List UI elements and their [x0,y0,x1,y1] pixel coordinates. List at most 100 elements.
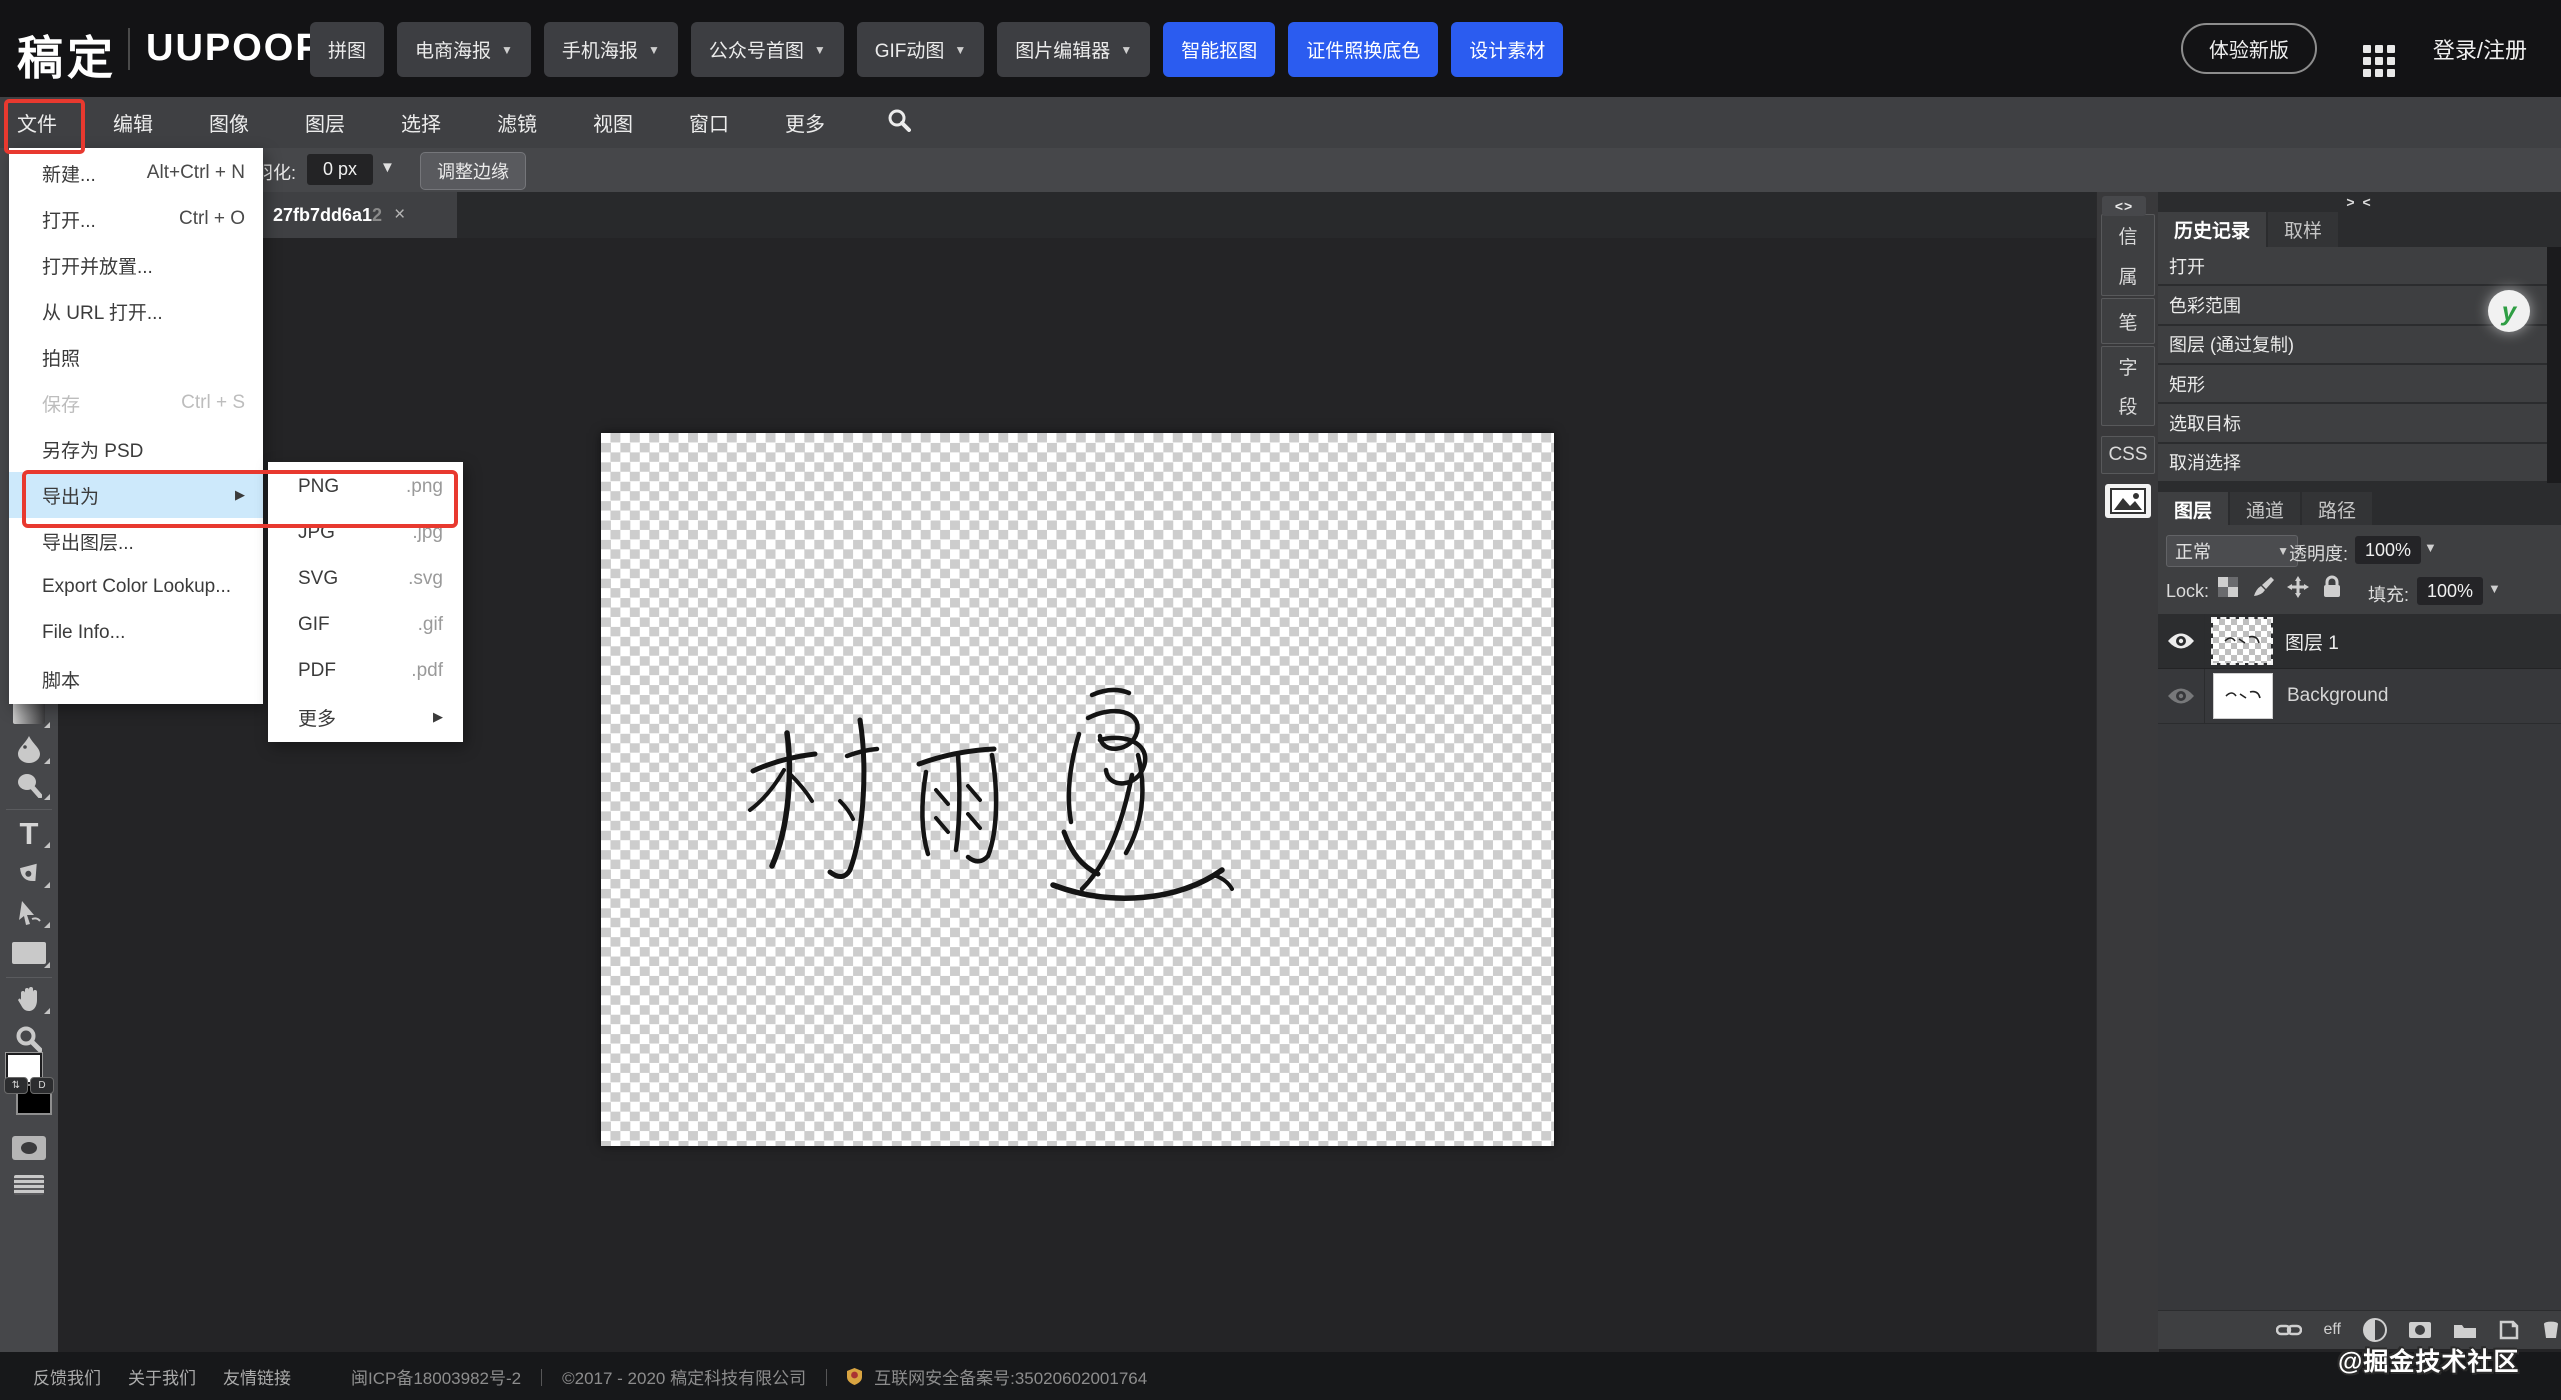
menu-file[interactable]: 文件 [2,108,72,137]
menu-window[interactable]: 窗口 [674,108,744,137]
history-item[interactable]: 矩形 [2158,365,2547,404]
export-gif-item[interactable]: GIF.gif [268,602,463,648]
adjustment-layer-icon[interactable] [2363,1318,2387,1342]
tab-history[interactable]: 历史记录 [2158,212,2266,247]
layer-name[interactable]: Background [2287,685,2388,707]
default-colors-button[interactable]: D [30,1077,54,1094]
footer-feedback-link[interactable]: 反馈我们 [33,1364,101,1389]
blur-tool[interactable] [0,734,58,764]
nav-wechat-cover-button[interactable]: 公众号首图▼ [691,22,844,77]
file-menu-item-export-color-lookup[interactable]: Export Color Lookup... [9,564,263,610]
lock-transparency-icon[interactable] [2216,575,2240,599]
tab-paths[interactable]: 路径 [2302,492,2372,527]
export-more-item[interactable]: 更多▶ [268,694,463,740]
layer-name[interactable]: 图层 1 [2285,628,2339,655]
brand-logo-en[interactable]: UUPOOP [146,27,323,70]
menu-image[interactable]: 图像 [194,108,264,137]
feather-value-input[interactable]: 0 px [307,154,373,185]
layer-thumbnail[interactable] [2213,673,2273,719]
group-folder-icon[interactable] [2453,1321,2477,1339]
close-tab-icon[interactable]: × [394,204,405,226]
tab-sampling[interactable]: 取样 [2268,212,2338,247]
tab-layers[interactable]: 图层 [2158,492,2228,527]
opacity-value[interactable]: 100% [2355,536,2421,564]
search-icon[interactable] [872,108,926,138]
customer-service-badge[interactable]: y [2488,290,2530,332]
file-menu-item-export-layers[interactable]: 导出图层... [9,518,263,564]
menu-layer[interactable]: 图层 [290,108,360,137]
path-select-tool[interactable] [0,898,58,928]
collapse-panel-toggle[interactable]: <> [2102,196,2146,216]
history-item[interactable]: 图层 (通过复制) [2158,326,2547,365]
icp-number[interactable]: 闽ICP备18003982号-2 [351,1364,521,1389]
menu-edit[interactable]: 编辑 [98,108,168,137]
side-tab-character[interactable]: 字 [2118,353,2137,380]
export-jpg-item[interactable]: JPG.jpg [268,510,463,556]
nav-gif-button[interactable]: GIF动图▼ [857,22,985,77]
menu-view[interactable]: 视图 [578,108,648,137]
history-item[interactable]: 打开 [2158,247,2547,286]
layer-visibility-toggle[interactable] [2158,614,2205,668]
fill-value[interactable]: 100% [2417,577,2483,605]
pen-tool[interactable] [0,858,58,888]
nav-mobile-poster-button[interactable]: 手机海报▼ [544,22,678,77]
footer-about-link[interactable]: 关于我们 [128,1364,196,1389]
nav-id-photo-button[interactable]: 证件照换底色 [1288,22,1438,77]
rectangle-tool[interactable] [0,938,58,968]
layer-effects-button[interactable]: eff [2324,1321,2342,1339]
hand-tool[interactable] [0,984,58,1014]
side-tab-brush[interactable]: 笔 [2118,308,2137,335]
lock-all-icon[interactable] [2321,575,2343,599]
login-register-link[interactable]: 登录/注册 [2433,33,2527,65]
file-menu-item-open-url[interactable]: 从 URL 打开... [9,288,263,334]
security-record-number[interactable]: 互联网安全备案号:35020602001764 [874,1364,1147,1389]
file-menu-item-camera[interactable]: 拍照 [9,334,263,380]
swap-colors-button[interactable]: ⇅ [4,1077,28,1094]
file-menu-item-file-info[interactable]: File Info... [9,610,263,656]
side-tab-css[interactable]: CSS [2108,444,2147,466]
nav-smart-cutout-button[interactable]: 智能抠图 [1163,22,1275,77]
layer-mask-icon[interactable] [2409,1322,2431,1338]
file-menu-item-open-place[interactable]: 打开并放置... [9,242,263,288]
layer-row-background[interactable]: Background [2158,669,2561,724]
history-scrollbar[interactable] [2547,247,2561,483]
quick-mask-button[interactable] [0,1133,58,1163]
link-layers-icon[interactable] [2276,1323,2302,1337]
screen-mode-button[interactable] [0,1170,58,1200]
document-tab[interactable]: 27fb7dd6a12 × [261,192,457,238]
refine-edge-button[interactable]: 调整边缘 [420,152,526,190]
side-tab-info[interactable]: 信 [2118,222,2137,249]
lock-pixels-icon[interactable] [2251,575,2275,599]
chevron-down-icon[interactable]: ▼ [380,159,395,176]
nav-image-editor-button[interactable]: 图片编辑器▼ [997,22,1150,77]
try-new-version-button[interactable]: 体验新版 [2181,23,2317,74]
file-menu-item-open[interactable]: 打开...Ctrl + O [9,196,263,242]
tab-channels[interactable]: 通道 [2230,492,2300,527]
layer-row-selected[interactable]: 图层 1 [2158,614,2561,669]
export-pdf-item[interactable]: PDF.pdf [268,648,463,694]
file-menu-item-script[interactable]: 脚本 [9,656,263,702]
side-tab-paragraph[interactable]: 段 [2118,392,2137,419]
history-item[interactable]: 选取目标 [2158,404,2547,443]
nav-pintu-button[interactable]: 拼图 [310,22,384,77]
side-tab-properties[interactable]: 属 [2118,262,2137,289]
file-menu-item-export-as[interactable]: 导出为▶ [9,472,263,518]
zoom-tool[interactable] [0,1024,58,1054]
blend-mode-select[interactable]: 正常 ▼ [2166,535,2298,567]
layer-thumbnail[interactable] [2213,619,2271,663]
chevron-down-icon[interactable]: ▼ [2424,540,2437,555]
history-item[interactable]: 取消选择 [2158,444,2547,483]
text-tool[interactable]: T [0,818,58,848]
apps-grid-icon[interactable] [2363,45,2371,53]
dodge-tool[interactable] [0,770,58,800]
file-menu-item-save-psd[interactable]: 另存为 PSD [9,426,263,472]
footer-friend-links[interactable]: 友情链接 [223,1364,291,1389]
menu-select[interactable]: 选择 [386,108,456,137]
lock-position-icon[interactable] [2286,575,2310,599]
nav-ecommerce-poster-button[interactable]: 电商海报▼ [397,22,531,77]
export-png-item[interactable]: PNG.png [268,464,463,510]
panel-collapse-bar[interactable]: > < [2158,192,2561,212]
chevron-down-icon[interactable]: ▼ [2488,581,2501,596]
nav-design-assets-button[interactable]: 设计素材 [1451,22,1563,77]
canvas[interactable] [601,433,1554,1146]
